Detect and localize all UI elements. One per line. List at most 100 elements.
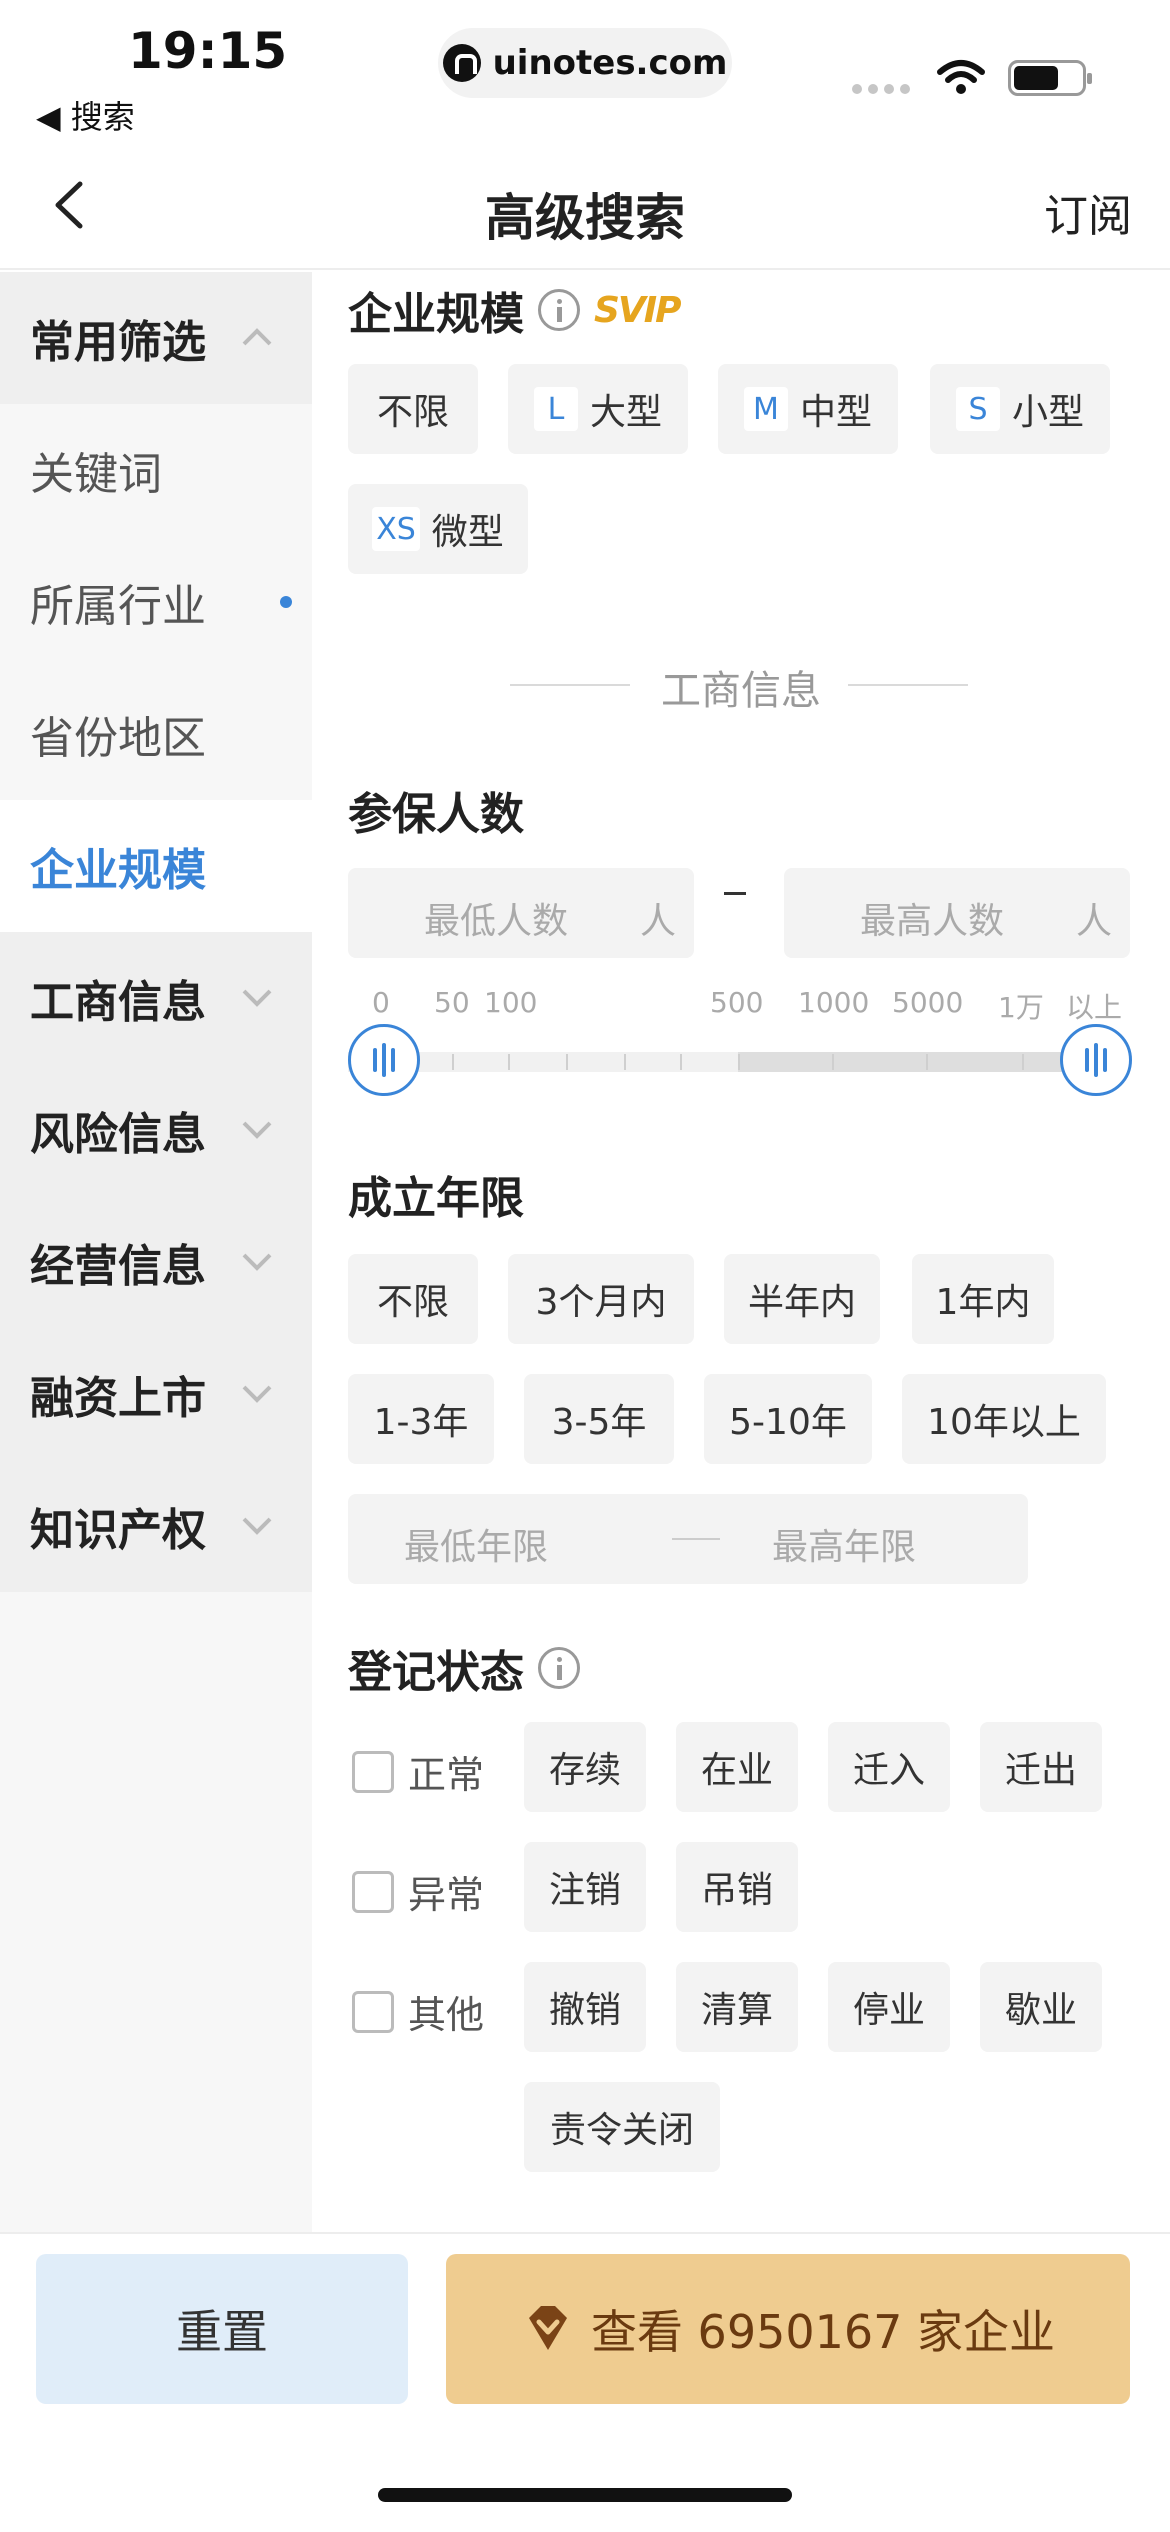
established-option[interactable]: 10年以上 xyxy=(902,1374,1106,1464)
chip-label: 小型 xyxy=(1011,392,1084,433)
slider-tick-label: 50 xyxy=(434,986,470,1019)
svip-badge: SVIP xyxy=(594,289,682,331)
insured-min-input[interactable]: 最低人数 人 xyxy=(348,868,694,958)
sidebar-item-label: 风险信息 xyxy=(30,1109,206,1160)
reset-button[interactable]: 重置 xyxy=(36,2254,408,2404)
diamond-icon xyxy=(528,2306,567,2350)
checkbox-label: 其他 xyxy=(408,1993,485,2037)
scale-option-large[interactable]: L 大型 xyxy=(508,364,688,454)
checkbox-label: 正常 xyxy=(408,1753,485,1797)
info-icon[interactable] xyxy=(538,289,580,331)
bottom-action-bar: 重置 查看 6950167 家企业 xyxy=(0,2232,1170,2532)
info-icon[interactable] xyxy=(538,1647,580,1689)
chip-label: 注销 xyxy=(548,1870,621,1911)
slider-tick xyxy=(508,1054,510,1070)
chip-label: 微型 xyxy=(431,512,504,553)
slider-tick-label: 0 xyxy=(372,986,390,1019)
sidebar-item-label: 知识产权 xyxy=(30,1505,206,1556)
status-option[interactable]: 吊销 xyxy=(676,1842,798,1932)
sidebar-item-label: 常用筛选 xyxy=(30,317,206,368)
sidebar-item-financing[interactable]: 融资上市 xyxy=(0,1328,312,1460)
section-title-text: 成立年限 xyxy=(348,1173,524,1224)
slider-min-handle[interactable] xyxy=(348,1024,420,1096)
status-group-abnormal[interactable]: 异常 xyxy=(352,1864,484,1919)
status-option[interactable]: 停业 xyxy=(828,1962,950,2052)
url-pill[interactable]: uinotes.com xyxy=(438,28,732,98)
slider-tick xyxy=(566,1054,568,1070)
insured-slider-track[interactable] xyxy=(348,1052,1128,1072)
unit-label: 人 xyxy=(639,901,676,942)
sidebar-item-ip[interactable]: 知识产权 xyxy=(0,1460,312,1592)
sidebar-item-industry[interactable]: 所属行业 xyxy=(0,536,312,668)
sidebar-item-keywords[interactable]: 关键词 xyxy=(0,404,312,536)
checkbox[interactable] xyxy=(352,1990,394,2033)
established-option[interactable]: 不限 xyxy=(348,1254,478,1344)
filter-content: 企业规模 SVIP 不限 L 大型 M 中型 S 小型 XS 微型 工商信息 参… xyxy=(312,272,1170,2232)
status-option[interactable]: 撤销 xyxy=(524,1962,646,2052)
sidebar-item-label: 经营信息 xyxy=(30,1241,206,1292)
scale-option-small[interactable]: S 小型 xyxy=(930,364,1110,454)
url-text: uinotes.com xyxy=(492,43,728,83)
slider-tick-label: 1000 xyxy=(798,986,870,1019)
input-placeholder: 最高年限 xyxy=(772,1527,917,1568)
scale-option-any[interactable]: 不限 xyxy=(348,364,478,454)
sidebar-item-risk-info[interactable]: 风险信息 xyxy=(0,1064,312,1196)
status-option[interactable]: 迁入 xyxy=(828,1722,950,1812)
chip-label: 歇业 xyxy=(1004,1990,1077,2031)
nav-bar: 高级搜索 订阅 xyxy=(0,140,1170,270)
chip-label: 责令关闭 xyxy=(549,2110,694,2151)
home-indicator[interactable] xyxy=(378,2488,792,2502)
status-option[interactable]: 在业 xyxy=(676,1722,798,1812)
sidebar-item-operation-info[interactable]: 经营信息 xyxy=(0,1196,312,1328)
sidebar-item-region[interactable]: 省份地区 xyxy=(0,668,312,800)
status-group-normal[interactable]: 正常 xyxy=(352,1744,484,1799)
status-option[interactable]: 注销 xyxy=(524,1842,646,1932)
view-results-button[interactable]: 查看 6950167 家企业 xyxy=(446,2254,1130,2404)
sidebar-item-label: 融资上市 xyxy=(30,1373,206,1424)
filter-sidebar: 常用筛选 关键词 所属行业 省份地区 企业规模 工商信息 风险信息 经营信息 融… xyxy=(0,272,312,2232)
size-badge-icon: XS xyxy=(372,507,420,551)
sidebar-item-business-info[interactable]: 工商信息 xyxy=(0,932,312,1064)
chevron-down-icon xyxy=(242,1517,272,1535)
established-option[interactable]: 3-5年 xyxy=(524,1374,674,1464)
subscribe-button[interactable]: 订阅 xyxy=(1044,180,1132,244)
section-title-text: 参保人数 xyxy=(348,789,524,840)
sidebar-item-label: 关键词 xyxy=(30,449,162,500)
status-option[interactable]: 清算 xyxy=(676,1962,798,2052)
sidebar-item-common-filters[interactable]: 常用筛选 xyxy=(0,272,312,404)
established-option[interactable]: 1年内 xyxy=(912,1254,1054,1344)
status-option[interactable]: 责令关闭 xyxy=(524,2082,720,2172)
checkbox[interactable] xyxy=(352,1870,394,1913)
established-option[interactable]: 3个月内 xyxy=(508,1254,694,1344)
status-option[interactable]: 存续 xyxy=(524,1722,646,1812)
checkbox-label: 异常 xyxy=(408,1873,485,1917)
slider-tick-label: 1万 xyxy=(998,991,1044,1024)
size-badge-icon: S xyxy=(955,387,1000,431)
slider-filled-segment xyxy=(738,1052,1088,1072)
status-group-other[interactable]: 其他 xyxy=(352,1984,484,2039)
established-option[interactable]: 5-10年 xyxy=(704,1374,872,1464)
checkbox[interactable] xyxy=(352,1750,394,1793)
size-badge-icon: M xyxy=(743,387,788,431)
slider-tick xyxy=(452,1054,454,1070)
chip-label: 迁入 xyxy=(852,1750,925,1791)
chip-label: 迁出 xyxy=(1004,1750,1077,1791)
status-option[interactable]: 迁出 xyxy=(980,1722,1102,1812)
signal-icon xyxy=(852,84,910,94)
slider-tick xyxy=(926,1054,928,1070)
sidebar-item-company-scale[interactable]: 企业规模 xyxy=(0,800,312,932)
insured-max-input[interactable]: 最高人数 人 xyxy=(784,868,1130,958)
chip-label: 存续 xyxy=(548,1750,621,1791)
scale-option-medium[interactable]: M 中型 xyxy=(718,364,898,454)
established-custom-range[interactable]: 最低年限 最高年限 xyxy=(348,1494,1028,1584)
chip-label: 大型 xyxy=(589,392,662,433)
established-option[interactable]: 1-3年 xyxy=(348,1374,494,1464)
scale-option-micro[interactable]: XS 微型 xyxy=(348,484,528,574)
lock-icon xyxy=(442,44,481,82)
established-option[interactable]: 半年内 xyxy=(724,1254,880,1344)
sidebar-item-label: 所属行业 xyxy=(30,581,206,632)
chip-label: 停业 xyxy=(852,1990,925,2031)
status-option[interactable]: 歇业 xyxy=(980,1962,1102,2052)
slider-max-handle[interactable] xyxy=(1060,1024,1132,1096)
back-to-app-link[interactable]: ◀ 搜索 xyxy=(36,92,135,138)
